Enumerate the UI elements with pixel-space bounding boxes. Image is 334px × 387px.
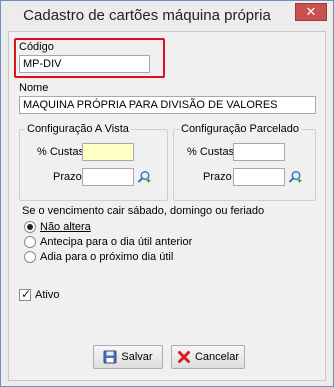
- avista-prazo-input[interactable]: [82, 168, 134, 186]
- close-button[interactable]: ✕: [295, 3, 327, 21]
- parcelado-prazo-label: Prazo: [203, 171, 232, 183]
- radio-antecipa[interactable]: Antecipa para o dia útil anterior: [24, 235, 192, 249]
- radio-adia[interactable]: Adia para o próximo dia útil: [24, 250, 173, 264]
- salvar-label: Salvar: [121, 351, 153, 363]
- config-avista-group: Configuração A Vista % Custas Prazo: [19, 123, 168, 201]
- avista-custas-label: % Custas: [37, 146, 85, 158]
- config-parcelado-title: Configuração Parcelado: [179, 123, 302, 135]
- avista-custas-input[interactable]: [82, 143, 134, 161]
- radio-nao-altera[interactable]: Não altera: [24, 220, 91, 234]
- dialog-window: Cadastro de cartões máquina própria ✕ Có…: [0, 0, 334, 387]
- radio-label: Adia para o próximo dia útil: [40, 251, 174, 263]
- vencimento-title: Se o vencimento cair sábado, domingo ou …: [22, 205, 265, 217]
- radio-button[interactable]: [24, 236, 36, 248]
- radio-label: Não altera: [40, 221, 91, 233]
- dialog-body: Código MP-DIV Nome MAQUINA PRÓPRIA PARA …: [8, 31, 326, 381]
- nome-label: Nome: [19, 82, 49, 94]
- ativo-checkbox-row[interactable]: ✓ Ativo: [19, 287, 60, 301]
- codigo-label: Código: [19, 41, 54, 53]
- parcelado-custas-label: % Custas: [187, 146, 235, 158]
- radio-button[interactable]: [24, 251, 36, 263]
- codigo-input[interactable]: MP-DIV: [19, 55, 150, 73]
- config-avista-title: Configuração A Vista: [25, 123, 131, 135]
- config-parcelado-group: Configuração Parcelado % Custas Prazo: [173, 123, 316, 201]
- search-plus-icon[interactable]: [288, 170, 302, 184]
- red-x-icon: [177, 351, 190, 363]
- title-bar[interactable]: Cadastro de cartões máquina própria ✕: [1, 1, 333, 31]
- floppy-disk-icon: [103, 350, 117, 364]
- nome-input[interactable]: MAQUINA PRÓPRIA PARA DIVISÃO DE VALORES: [19, 96, 316, 114]
- ativo-checkbox[interactable]: ✓: [19, 287, 32, 301]
- cancelar-button[interactable]: Cancelar: [171, 345, 245, 369]
- ativo-label: Ativo: [35, 289, 60, 301]
- parcelado-prazo-input[interactable]: [233, 168, 285, 186]
- salvar-button[interactable]: Salvar: [93, 345, 163, 369]
- check-icon: ✓: [21, 287, 32, 301]
- window-title: Cadastro de cartões máquina própria: [23, 7, 271, 24]
- radio-label: Antecipa para o dia útil anterior: [40, 236, 193, 248]
- cancelar-label: Cancelar: [194, 351, 240, 363]
- radio-button-checked[interactable]: [24, 221, 36, 233]
- search-plus-icon[interactable]: [137, 170, 151, 184]
- parcelado-custas-input[interactable]: [233, 143, 285, 161]
- avista-prazo-label: Prazo: [53, 171, 82, 183]
